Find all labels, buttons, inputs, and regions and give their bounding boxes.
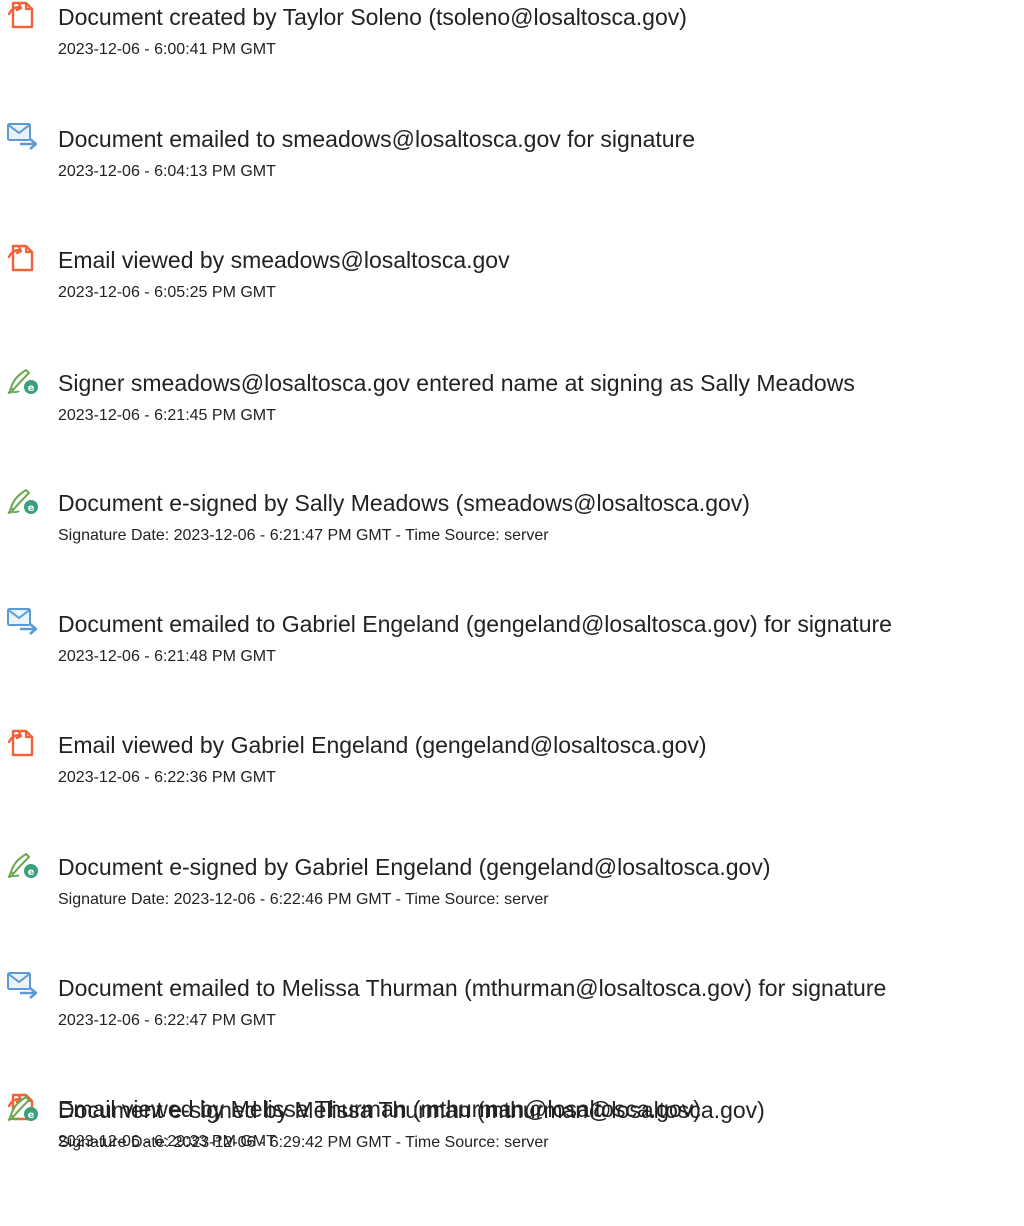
email-sent-icon (6, 607, 42, 637)
event-title: Document e-signed by Sally Meadows (smea… (58, 490, 750, 516)
event-timestamp: Signature Date: 2023-12-06 - 6:21:47 PM … (58, 527, 549, 544)
event-title: Document emailed to Gabriel Engeland (ge… (58, 611, 892, 637)
audit-event: Document emailed to Melissa Thurman (mth… (0, 971, 1024, 1071)
event-title: Document emailed to Melissa Thurman (mth… (58, 975, 887, 1001)
event-timestamp: 2023-12-06 - 6:21:48 PM GMT (58, 648, 276, 665)
event-title: Document e-signed by Melissa Thurman (mt… (58, 1097, 765, 1123)
svg-text:e: e (28, 1110, 35, 1121)
svg-text:e: e (28, 383, 35, 394)
event-title: Document emailed to smeadows@losaltosca.… (58, 126, 695, 152)
event-title: Email viewed by Gabriel Engeland (gengel… (58, 732, 707, 758)
e-sign-icon: e (6, 1093, 42, 1123)
e-sign-icon: e (6, 366, 42, 396)
audit-event: e Signer smeadows@losaltosca.gov entered … (0, 366, 1024, 466)
e-sign-icon: e (6, 850, 42, 880)
email-sent-icon (6, 971, 42, 1001)
svg-text:e: e (28, 867, 35, 878)
audit-event: e Document e-signed by Melissa Thurman (m… (0, 1093, 1024, 1193)
document-created-icon (6, 0, 42, 30)
audit-event: e Document e-signed by Sally Meadows (sme… (0, 486, 1024, 586)
document-viewed-icon (6, 728, 42, 758)
event-timestamp: 2023-12-06 - 6:00:41 PM GMT (58, 41, 276, 58)
svg-text:e: e (28, 503, 35, 514)
audit-event: Email viewed by smeadows@losaltosca.gov 2… (0, 243, 1024, 343)
event-title: Signer smeadows@losaltosca.gov entered n… (58, 370, 855, 396)
event-timestamp: 2023-12-06 - 6:04:13 PM GMT (58, 163, 276, 180)
audit-event: Email viewed by Gabriel Engeland (gengel… (0, 728, 1024, 828)
event-timestamp: 2023-12-06 - 6:21:45 PM GMT (58, 407, 276, 424)
event-title: Document e-signed by Gabriel Engeland (g… (58, 854, 771, 880)
document-viewed-icon (6, 243, 42, 273)
event-title: Document created by Taylor Soleno (tsole… (58, 4, 687, 30)
email-sent-icon (6, 122, 42, 152)
event-timestamp: 2023-12-06 - 6:22:36 PM GMT (58, 769, 276, 786)
event-timestamp: 2023-12-06 - 6:22:47 PM GMT (58, 1012, 276, 1029)
audit-event: Document emailed to smeadows@losaltosca.… (0, 122, 1024, 222)
audit-event: e Document e-signed by Gabriel Engeland (… (0, 850, 1024, 950)
e-sign-icon: e (6, 486, 42, 516)
audit-history-log: Document created by Taylor Soleno (tsole… (0, 0, 1024, 1226)
audit-event: Document created by Taylor Soleno (tsole… (0, 0, 1024, 100)
event-title: Email viewed by smeadows@losaltosca.gov (58, 247, 510, 273)
event-timestamp: Signature Date: 2023-12-06 - 6:29:42 PM … (58, 1134, 549, 1151)
event-timestamp: Signature Date: 2023-12-06 - 6:22:46 PM … (58, 891, 549, 908)
audit-event: Document emailed to Gabriel Engeland (ge… (0, 607, 1024, 707)
event-timestamp: 2023-12-06 - 6:05:25 PM GMT (58, 284, 276, 301)
